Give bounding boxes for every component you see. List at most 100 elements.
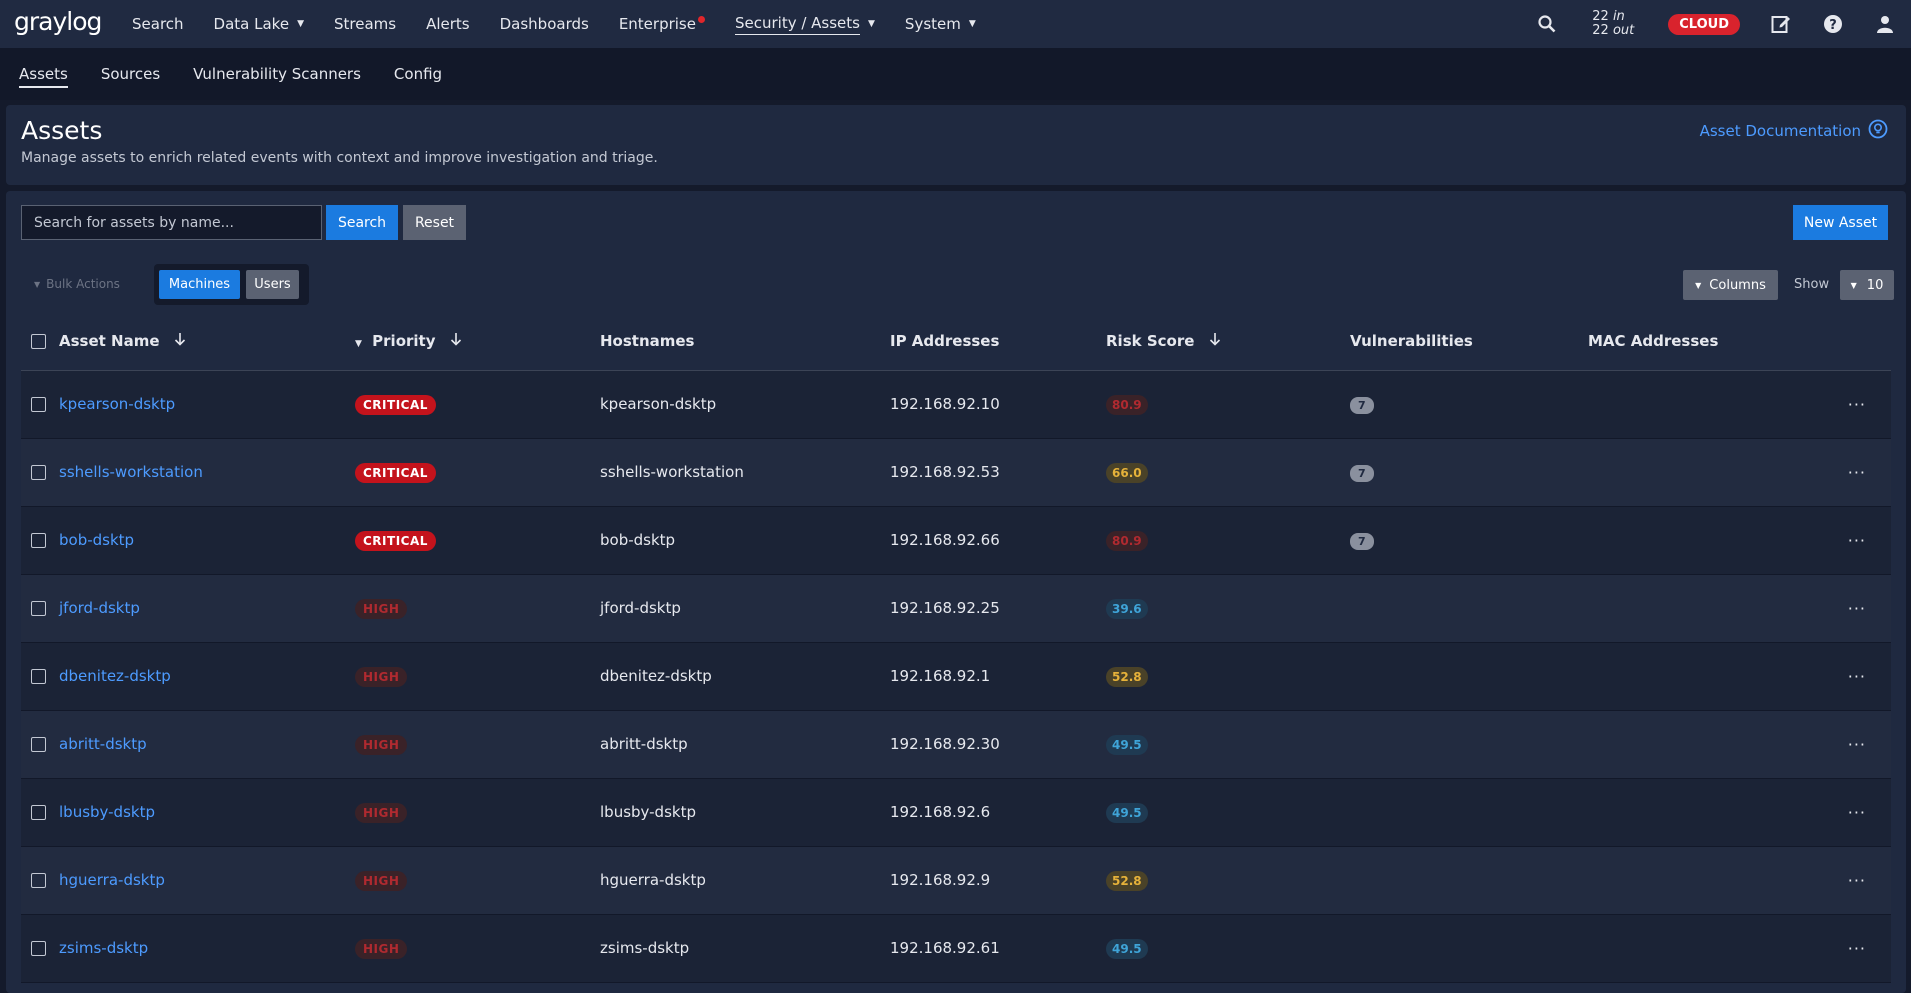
nav-dashboards[interactable]: Dashboards: [500, 15, 589, 33]
nav-streams[interactable]: Streams: [334, 15, 396, 33]
caret-down-icon[interactable]: ▼: [355, 339, 362, 349]
search-assets-input[interactable]: [21, 205, 322, 240]
table-row[interactable]: kpearson-dsktp CRITICAL kpearson-dsktp 192.…: [21, 370, 1891, 439]
more-actions-icon[interactable]: ···: [1848, 939, 1866, 958]
row-select-cell: [21, 642, 59, 711]
sort-arrow-icon[interactable]: [450, 332, 462, 350]
actions-cell: ···: [1835, 642, 1891, 711]
vulnerabilities-cell: [1350, 710, 1588, 779]
asset-name-link[interactable]: dbenitez-dsktp: [59, 667, 171, 685]
asset-name-link[interactable]: bob-dsktp: [59, 531, 134, 549]
row-checkbox[interactable]: [31, 533, 46, 548]
help-icon[interactable]: ?: [1822, 14, 1844, 34]
nav-system[interactable]: System ▼: [905, 15, 976, 33]
more-actions-icon[interactable]: ···: [1848, 531, 1866, 550]
more-actions-icon[interactable]: ···: [1848, 667, 1866, 686]
nav-data-lake[interactable]: Data Lake ▼: [214, 15, 304, 33]
nav-alerts[interactable]: Alerts: [426, 15, 470, 33]
row-checkbox[interactable]: [31, 397, 46, 412]
nav-security-assets[interactable]: Security / Assets ▼: [734, 14, 875, 35]
risk-score-badge: 80.9: [1106, 395, 1148, 415]
ip-cell: 192.168.92.9: [890, 846, 1106, 915]
row-checkbox[interactable]: [31, 941, 46, 956]
hostname-cell: bob-dsktp: [600, 506, 890, 575]
asset-name-link[interactable]: abritt-dsktp: [59, 735, 147, 753]
subnav-vulnerability-scanners[interactable]: Vulnerability Scanners: [193, 65, 361, 83]
doc-link-label: Asset Documentation: [1699, 122, 1861, 140]
sort-arrow-icon[interactable]: [174, 332, 186, 350]
row-checkbox[interactable]: [31, 737, 46, 752]
search-button[interactable]: Search: [326, 205, 398, 240]
subnav-sources[interactable]: Sources: [101, 65, 160, 83]
toggle-users[interactable]: Users: [246, 270, 299, 299]
vulnerabilities-cell: [1350, 778, 1588, 847]
nav-search[interactable]: Search: [132, 15, 184, 33]
priority-cell: HIGH: [355, 642, 600, 711]
cloud-badge: CLOUD: [1668, 13, 1740, 35]
new-asset-button[interactable]: New Asset: [1793, 205, 1888, 240]
asset-name-cell: lbusby-dsktp: [59, 778, 355, 847]
priority-cell: CRITICAL: [355, 370, 600, 439]
row-checkbox[interactable]: [31, 669, 46, 684]
asset-name-link[interactable]: sshells-workstation: [59, 463, 203, 481]
page-size-select[interactable]: ▼ 10: [1840, 270, 1894, 300]
more-actions-icon[interactable]: ···: [1848, 735, 1866, 754]
row-checkbox[interactable]: [31, 873, 46, 888]
table-row[interactable]: lbusby-dsktp HIGH lbusby-dsktp 192.168.92.6…: [21, 778, 1891, 847]
subnav-config[interactable]: Config: [394, 65, 442, 83]
graylog-logo[interactable]: graylog: [14, 7, 102, 36]
row-checkbox[interactable]: [31, 805, 46, 820]
ip-cell: 192.168.92.30: [890, 710, 1106, 779]
table-row[interactable]: abritt-dsktp HIGH abritt-dsktp 192.168.92.3…: [21, 710, 1891, 779]
asset-name-link[interactable]: zsims-dsktp: [59, 939, 148, 957]
sort-arrow-icon[interactable]: [1209, 332, 1221, 350]
user-icon[interactable]: [1874, 15, 1896, 33]
table-row[interactable]: bob-dsktp CRITICAL bob-dsktp 192.168.92.66 8…: [21, 506, 1891, 575]
mac-cell: [1588, 438, 1835, 507]
priority-cell: HIGH: [355, 574, 600, 643]
table-row[interactable]: hguerra-dsktp HIGH hguerra-dsktp 192.168.92…: [21, 846, 1891, 915]
caret-down-icon: ▼: [968, 19, 976, 29]
select-all-checkbox[interactable]: [31, 333, 46, 349]
actions-cell: ···: [1835, 914, 1891, 983]
toggle-machines[interactable]: Machines: [159, 270, 240, 299]
more-actions-icon[interactable]: ···: [1848, 871, 1866, 890]
asset-name-link[interactable]: hguerra-dsktp: [59, 871, 165, 889]
asset-documentation-link[interactable]: Asset Documentation: [1700, 119, 1888, 143]
bulk-actions-dropdown[interactable]: ▼ Bulk Actions: [34, 277, 120, 291]
risk-header: Risk Score: [1106, 331, 1195, 350]
more-actions-icon[interactable]: ···: [1848, 803, 1866, 822]
more-actions-icon[interactable]: ···: [1848, 463, 1866, 482]
reset-button[interactable]: Reset: [403, 205, 466, 240]
row-checkbox[interactable]: [31, 465, 46, 480]
col-risk[interactable]: Risk Score: [1106, 312, 1350, 371]
asset-name-cell: bob-dsktp: [59, 506, 355, 575]
edit-notes-icon[interactable]: [1770, 14, 1792, 34]
search-icon[interactable]: [1532, 15, 1562, 33]
ip-cell: 192.168.92.25: [890, 574, 1106, 643]
vulnerability-count-badge[interactable]: 7: [1350, 397, 1374, 414]
table-row[interactable]: zsims-dsktp HIGH zsims-dsktp 192.168.92.61 4…: [21, 914, 1891, 983]
asset-name-link[interactable]: kpearson-dsktp: [59, 395, 175, 413]
asset-name-link[interactable]: jford-dsktp: [59, 599, 140, 617]
caret-down-icon: ▼: [1850, 280, 1857, 290]
risk-score-badge: 52.8: [1106, 871, 1148, 891]
table-row[interactable]: dbenitez-dsktp HIGH dbenitez-dsktp 192.168.…: [21, 642, 1891, 711]
more-actions-icon[interactable]: ···: [1848, 395, 1866, 414]
col-priority[interactable]: ▼ Priority: [355, 312, 600, 371]
row-checkbox[interactable]: [31, 601, 46, 616]
lightbulb-icon: [1868, 119, 1888, 143]
columns-button[interactable]: ▼ Columns: [1683, 270, 1778, 300]
more-actions-icon[interactable]: ···: [1848, 599, 1866, 618]
throughput-indicator[interactable]: 22 in 22 out: [1592, 10, 1634, 38]
top-navbar: graylog Search Data Lake ▼ Streams Alerts…: [0, 0, 1911, 48]
risk-cell: 66.0: [1106, 438, 1350, 507]
nav-enterprise[interactable]: Enterprise: [619, 15, 705, 33]
vulnerability-count-badge[interactable]: 7: [1350, 465, 1374, 482]
vulnerability-count-badge[interactable]: 7: [1350, 533, 1374, 550]
table-row[interactable]: jford-dsktp HIGH jford-dsktp 192.168.92.25 3…: [21, 574, 1891, 643]
subnav-assets[interactable]: Assets: [19, 60, 68, 88]
table-row[interactable]: sshells-workstation CRITICAL sshells-works…: [21, 438, 1891, 507]
asset-name-link[interactable]: lbusby-dsktp: [59, 803, 155, 821]
col-asset-name[interactable]: Asset Name: [59, 312, 355, 371]
